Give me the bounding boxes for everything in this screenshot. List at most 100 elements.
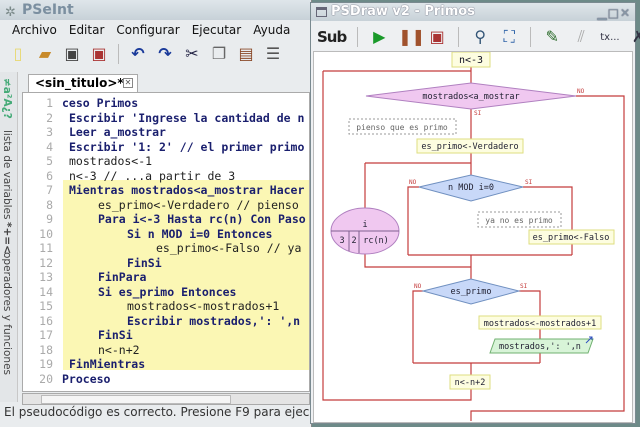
redo-icon[interactable]: ↷ <box>155 44 175 64</box>
line-number: 9 <box>46 212 53 226</box>
line-number: 11 <box>39 241 53 255</box>
code-text: Escribir mostrados,': ',n <box>127 313 301 328</box>
yes-label: SI <box>525 179 533 186</box>
code-line: 19 FinMientras <box>23 357 309 372</box>
cut-icon[interactable]: ✂ <box>182 44 202 64</box>
sub-button[interactable]: Sub <box>317 28 347 46</box>
toolbar-separator <box>530 27 532 47</box>
if-mod-diamond[interactable]: n MOD i=0 <box>418 174 524 202</box>
code-line: 9 Para i<-3 Hasta rc(n) Con Paso <box>23 212 309 227</box>
new-file-icon[interactable]: ▯ <box>8 44 28 64</box>
yes-label: SI <box>520 283 528 290</box>
code-text: FinSi <box>98 328 133 342</box>
scrollbar-thumb[interactable] <box>41 395 231 404</box>
code-text: n<-3 // ...a partir de 3 <box>69 168 236 183</box>
code-line: 13 FinPara <box>23 270 309 285</box>
open-folder-icon[interactable]: ▰ <box>35 44 55 64</box>
code-line: 20 Proceso <box>23 371 309 387</box>
psdraw-window: PSDraw v2 - Primos ▁□✕ Sub ▶ ❚❚ ▣ ⚲ ⛶ ✎ ⫽… <box>310 2 640 424</box>
line-number: 15 <box>39 299 53 313</box>
init-text: n<-3 <box>459 55 483 66</box>
code-line: 1 ceso Primos <box>23 96 309 111</box>
assign-n-box[interactable]: n<-n+2 <box>449 374 491 390</box>
main-toolbar: ▯ ▰ ▣ ▣ ↶ ↷ ✂ ❐ ▤ ☰ <box>8 40 283 68</box>
pseint-titlebar[interactable]: ✲ PSeInt <box>0 0 311 20</box>
delete-icon[interactable]: ✗ <box>629 27 640 47</box>
assign1-text: es_primo<-Verdadero <box>421 142 518 152</box>
menu-configurar[interactable]: Configurar <box>116 23 179 37</box>
copy-icon[interactable]: ❐ <box>209 44 229 64</box>
operators-icon: *+=< <box>1 222 13 254</box>
code-text: FinSi <box>127 255 162 270</box>
line-number: 7 <box>46 183 53 197</box>
assign-mostrados-box[interactable]: mostrados<-mostrados+1 <box>478 315 602 330</box>
code-text: Proceso <box>62 371 111 386</box>
step-icon[interactable]: ❚❚ <box>398 27 425 47</box>
line-number: 20 <box>39 371 53 386</box>
save-image-icon[interactable]: ▣ <box>427 27 447 47</box>
code-text: es_primo<-Falso // ya <box>156 241 302 255</box>
code-line: 14 Si es_primo Entonces <box>23 284 309 300</box>
assign-verdadero-box[interactable]: es_primo<-Verdadero <box>416 138 524 154</box>
comment-icon[interactable]: ⫽ <box>571 27 591 47</box>
comment-ya-no[interactable]: ya no es primo <box>477 211 562 228</box>
for-loop-oval[interactable]: i 3 2 rc(n) <box>330 207 400 255</box>
paste-icon[interactable]: ▤ <box>236 44 256 64</box>
code-line: 4 Escribir '1: 2' // el primer primo <box>23 140 309 155</box>
init-box[interactable]: n<-3 <box>451 52 491 68</box>
window-title: PSeInt <box>22 2 74 18</box>
toolbar-separator <box>357 27 359 47</box>
save-icon[interactable]: ▣ <box>62 44 82 64</box>
code-text: Si n MOD i=0 Entonces <box>127 226 273 241</box>
for-step: 2 <box>351 236 356 246</box>
no-label: NO <box>577 88 585 95</box>
menu-ejecutar[interactable]: Ejecutar <box>192 23 242 37</box>
line-number: 10 <box>39 226 53 241</box>
psdraw-toolbar: Sub ▶ ❚❚ ▣ ⚲ ⛶ ✎ ⫽ tx... ✗ <box>317 24 640 50</box>
run-icon[interactable]: ▶ <box>369 27 389 47</box>
code-text: Leer a_mostrar <box>69 125 166 139</box>
code-line: 3 Leer a_mostrar <box>23 125 309 140</box>
code-text: Mientras mostrados<a_mostrar Hacer <box>69 183 305 197</box>
tab-lista-de-variables[interactable]: lista de variables <box>1 130 13 220</box>
line-number: 1 <box>46 96 53 110</box>
window-menu-icon[interactable] <box>316 7 327 17</box>
comment1-text: pienso que es primo <box>356 123 448 132</box>
menu-editar[interactable]: Editar <box>69 23 105 37</box>
tab-operadores-y-funciones[interactable]: operadores y funciones <box>1 252 13 375</box>
undo-icon[interactable]: ↶ <box>128 44 148 64</box>
code-editor[interactable]: 1 ceso Primos 2 Escribir 'Ingrese la cantid… <box>22 92 310 392</box>
psdraw-titlebar[interactable]: PSDraw v2 - Primos ▁□✕ <box>311 3 635 21</box>
flowchart-canvas[interactable]: n<-3 mostrados<a_mostrar NO SI pienso qu… <box>313 51 633 423</box>
fit-icon[interactable]: ⛶ <box>499 27 519 47</box>
while-diamond[interactable]: mostrados<a_mostrar <box>365 82 577 110</box>
tab-sin-titulo[interactable]: <sin_titulo>* ✕ <box>28 74 138 92</box>
assign-falso-box[interactable]: es_primo<-Falso <box>528 229 615 245</box>
output-text: mostrados,': ',n <box>499 342 581 352</box>
assign4-text: n<-n+2 <box>455 378 486 388</box>
edit-icon[interactable]: ✎ <box>542 27 562 47</box>
if-es-primo-diamond[interactable]: es_primo <box>421 278 521 305</box>
toolbar-separator <box>458 27 460 47</box>
save-as-icon[interactable]: ▣ <box>89 44 109 64</box>
code-text: n<-n+2 <box>98 342 140 357</box>
line-number: 14 <box>39 284 53 299</box>
menu-bar: Archivo Editar Configurar Ejecutar Ayuda <box>0 20 311 40</box>
if1-text: n MOD i=0 <box>448 183 494 193</box>
comment2-text: ya no es primo <box>485 216 553 225</box>
indent-icon[interactable]: ☰ <box>263 44 283 64</box>
text-button[interactable]: tx... <box>600 32 619 43</box>
code-text: Para i<-3 Hasta rc(n) Con Paso <box>98 212 306 226</box>
output-parallelogram[interactable]: mostrados,': ',n <box>489 336 594 354</box>
comment-pienso[interactable]: pienso que es primo <box>348 118 457 135</box>
close-tab-icon[interactable]: ✕ <box>123 78 133 88</box>
line-number: 12 <box>39 255 53 270</box>
horizontal-scrollbar[interactable] <box>22 393 310 405</box>
code-line: 10 Si n MOD i=0 Entonces <box>23 226 309 242</box>
zoom-icon[interactable]: ⚲ <box>470 27 490 47</box>
no-label: NO <box>409 179 417 186</box>
line-number: 3 <box>46 125 53 139</box>
menu-ayuda[interactable]: Ayuda <box>253 23 290 37</box>
menu-archivo[interactable]: Archivo <box>12 23 57 37</box>
window-controls[interactable]: ▁□✕ <box>597 4 631 22</box>
